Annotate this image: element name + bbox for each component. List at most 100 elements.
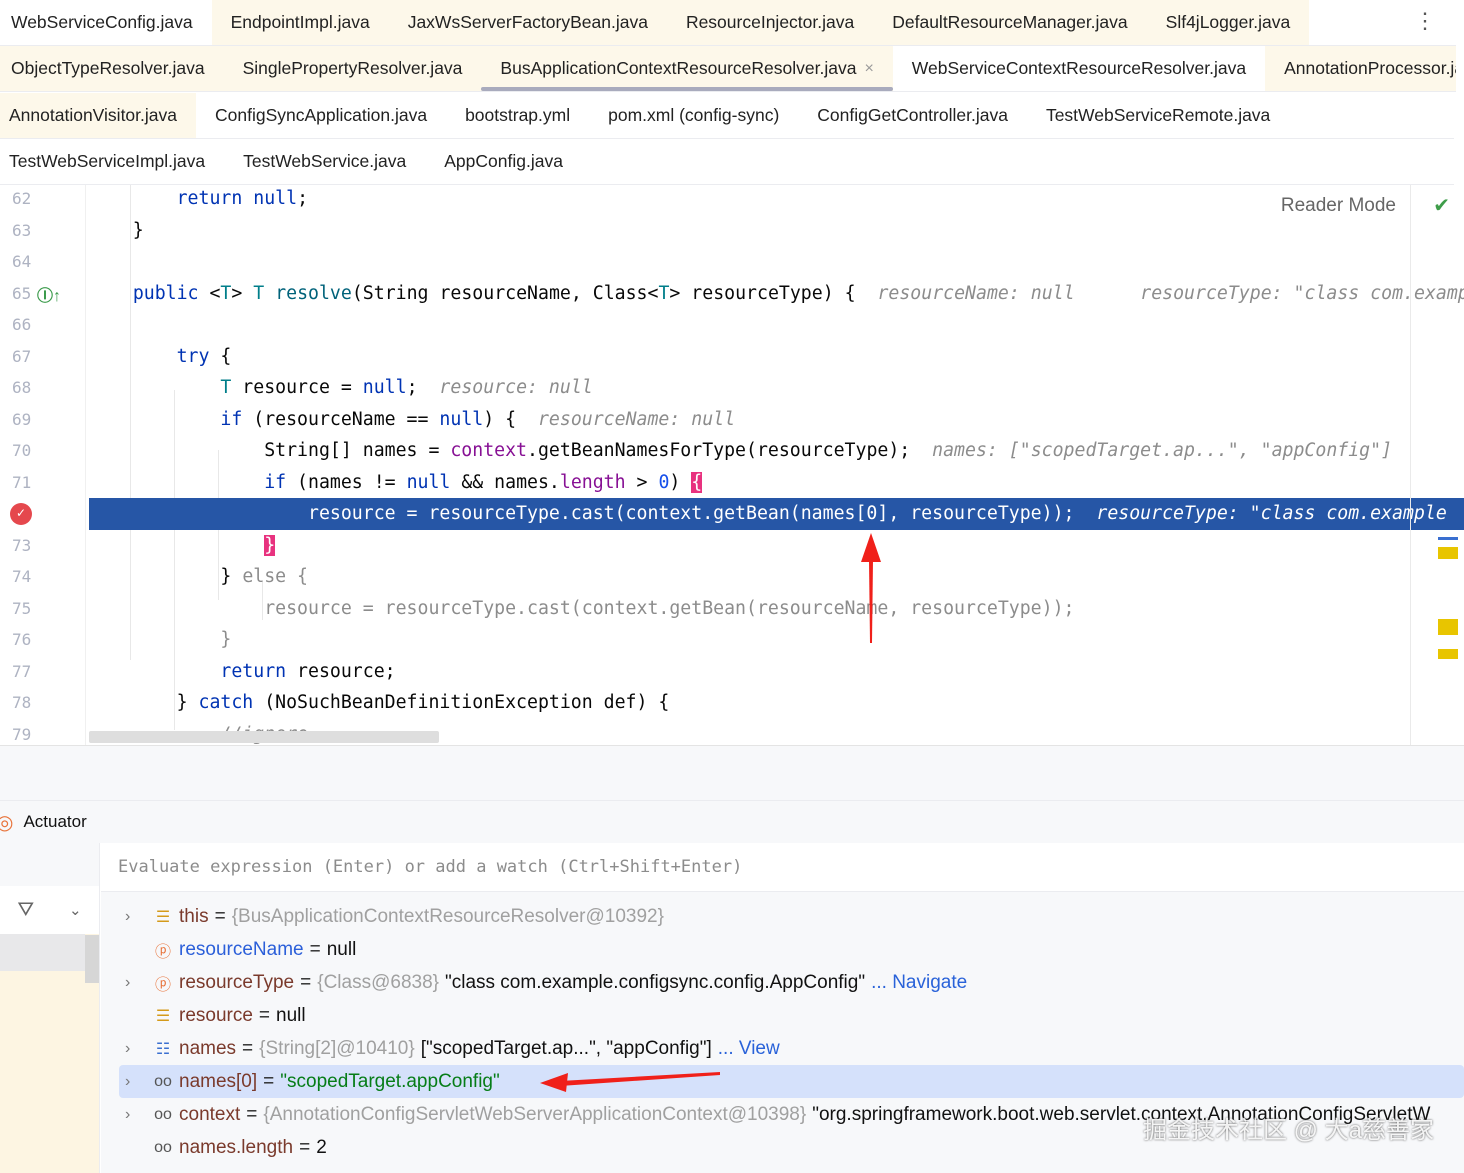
tab-endpointimpl-java[interactable]: EndpointImpl.java	[211, 0, 389, 45]
variable-name: this	[179, 905, 209, 927]
code-line[interactable]: public <T> T resolve(String resourceName…	[89, 278, 1464, 310]
inspection-ok-icon[interactable]: ✔	[1433, 193, 1450, 218]
equals-sign: =	[263, 1070, 275, 1092]
tab-annotationvisitor-java[interactable]: AnnotationVisitor.java	[0, 92, 196, 138]
variable-row[interactable]: › ⓟ resourceType = {Class@6838} "class com.ex…	[119, 966, 1464, 999]
code-line[interactable]: }	[89, 215, 1464, 247]
tab-appconfig-java[interactable]: AppConfig.java	[425, 139, 582, 184]
code-token: resource = resourceType.cast(context.get…	[89, 597, 1075, 619]
tab-configsyncapplication-java[interactable]: ConfigSyncApplication.java	[196, 93, 446, 138]
code-line[interactable]: } catch (NoSuchBeanDefinitionException d…	[89, 687, 1464, 719]
expand-chevron-icon[interactable]: ›	[119, 1040, 149, 1058]
code-token: T	[253, 282, 265, 304]
code-line[interactable]: return null;	[89, 185, 1464, 215]
scroll-marker[interactable]	[1438, 547, 1458, 559]
tab-configgetcontroller-java[interactable]: ConfigGetController.java	[798, 93, 1027, 138]
debug-panel-header: ◎ Actuator	[0, 800, 1464, 843]
code-line[interactable]: try {	[89, 341, 1464, 373]
tab-webserviceconfig-java[interactable]: WebServiceConfig.java	[0, 0, 212, 45]
variable-type-id: {AnnotationConfigServletWebServerApplica…	[263, 1103, 807, 1125]
line-number: 62	[12, 189, 32, 208]
tab-busapplicationcontextresourceresolver-java[interactable]: BusApplicationContextResourceResolver.ja…	[481, 46, 894, 92]
tab-label: WebServiceContextResourceResolver.java	[911, 58, 1247, 79]
watch-icon: oo	[154, 1105, 172, 1123]
variable-type-id: {BusApplicationContextResourceResolver@1…	[231, 905, 664, 927]
evaluate-expression-input[interactable]: Evaluate expression (Enter) or add a wat…	[101, 843, 1464, 892]
more-tabs-icon[interactable]: ⋮	[1414, 8, 1436, 34]
horizontal-scrollbar[interactable]	[89, 731, 439, 743]
chevron-down-icon[interactable]: ⌄	[69, 901, 82, 919]
code-line[interactable]	[89, 246, 1464, 278]
code-line[interactable]: }	[89, 624, 1464, 656]
code-line[interactable]: String[] names = context.getBeanNamesFor…	[89, 435, 1464, 467]
selected-frame[interactable]	[0, 934, 85, 971]
code-token: )	[669, 471, 692, 493]
code-line[interactable]: } else {	[89, 561, 1464, 593]
filter-icon[interactable]: ⛛	[17, 899, 34, 922]
tab-label: BusApplicationContextResourceResolver.ja…	[500, 58, 857, 79]
code-line[interactable]: T resource = null; resource: null	[89, 372, 1464, 404]
tab-resourceinjector-java[interactable]: ResourceInjector.java	[666, 0, 874, 45]
variable-link[interactable]: ... View	[718, 1038, 780, 1060]
tab-label: TestWebService.java	[243, 150, 407, 171]
tab-label: ObjectTypeResolver.java	[11, 58, 205, 79]
scroll-marker[interactable]	[1438, 537, 1458, 540]
tab-bootstrap-yml[interactable]: bootstrap.yml	[446, 93, 589, 138]
variable-name: resourceType	[179, 971, 295, 993]
line-gutter[interactable]: 62 63 64 65 Ⓘ↑ 66 67 68 69 70 71 ✓ 73 74 75 76 77 78 79	[0, 185, 86, 745]
code-line[interactable]: return resource;	[89, 656, 1464, 688]
breakpoint-icon[interactable]: ✓	[10, 503, 32, 525]
current-execution-line[interactable]: resource = resourceType.cast(context.get…	[89, 498, 1464, 530]
tab-objecttyperesolver-java[interactable]: ObjectTypeResolver.java	[0, 46, 224, 92]
tab-webservicecontextresourceresolver-java[interactable]: WebServiceContextResourceResolver.java	[893, 46, 1265, 91]
scroll-marker[interactable]	[1438, 619, 1458, 635]
expand-chevron-icon[interactable]: ›	[119, 974, 149, 992]
tab-testwebserviceremote-java[interactable]: TestWebServiceRemote.java	[1027, 93, 1289, 138]
frames-scrollbar[interactable]	[85, 935, 99, 983]
frames-panel: ⛛ ⌄	[0, 843, 100, 1173]
code-line[interactable]: }	[89, 530, 1464, 562]
variable-row[interactable]: › ☰ this = {BusApplicationContextResourceRes…	[119, 900, 1464, 933]
scroll-marker[interactable]	[1438, 649, 1458, 659]
code-line[interactable]	[89, 309, 1464, 341]
tab-label: ConfigSyncApplication.java	[215, 104, 428, 125]
variable-link[interactable]: ... Navigate	[871, 972, 967, 994]
variable-row[interactable]: › oo names[0] = "scopedTarget.appConfig"	[119, 1065, 1464, 1098]
implements-icon[interactable]: Ⓘ↑	[37, 282, 61, 306]
close-tab-icon[interactable]: ×	[864, 60, 873, 78]
expand-chevron-icon[interactable]: ›	[119, 1106, 149, 1124]
tab-jaxwsserverfactorybean-java[interactable]: JaxWsServerFactoryBean.java	[388, 0, 667, 45]
line-number: 76	[12, 630, 32, 649]
tab-slf4jlogger-java[interactable]: Slf4jLogger.java	[1146, 0, 1310, 45]
line-number: 63	[12, 220, 32, 240]
variable-row[interactable]: › ☷ names = {String[2]@10410} ["scopedTarget.…	[119, 1032, 1464, 1065]
tab-pom-xml-config-sync-[interactable]: pom.xml (config-sync)	[589, 93, 798, 138]
inline-debug-hint: names: ["scopedTarget.ap...", "appConfig…	[932, 440, 1393, 461]
code-token: null	[439, 408, 484, 430]
code-line[interactable]: if (resourceName == null) {resourceName:…	[89, 404, 1464, 436]
code-token: resolve	[275, 282, 352, 304]
variable-value: ["scopedTarget.ap...", "appConfig"]	[420, 1037, 712, 1059]
expand-chevron-icon[interactable]: ›	[119, 1073, 149, 1091]
array-icon: ☷	[155, 1040, 171, 1058]
tab-defaultresourcemanager-java[interactable]: DefaultResourceManager.java	[873, 0, 1147, 45]
expand-chevron-icon[interactable]: ›	[119, 908, 149, 926]
panel-title[interactable]: Actuator	[23, 812, 86, 832]
variable-value: "class com.example.configsync.config.App…	[445, 971, 866, 993]
tab-annotationprocessor-java[interactable]: AnnotationProcessor.java	[1265, 46, 1456, 92]
reader-mode-button[interactable]: Reader Mode	[1281, 195, 1396, 217]
field-icon: ☰	[155, 1007, 171, 1025]
panel-divider[interactable]	[0, 746, 1464, 800]
code-token: public	[132, 282, 199, 304]
code-line[interactable]: if (names != null && names.length > 0) {	[89, 467, 1464, 499]
variable-row[interactable]: ⓟ resourceName = null	[119, 933, 1464, 966]
tab-label: Slf4jLogger.java	[1165, 12, 1291, 32]
code-line[interactable]: resource = resourceType.cast(context.get…	[89, 593, 1464, 625]
tab-testwebservice-java[interactable]: TestWebService.java	[224, 139, 425, 184]
tab-singlepropertyresolver-java[interactable]: SinglePropertyResolver.java	[223, 46, 482, 92]
variable-type-id: {String[2]@10410}	[259, 1037, 415, 1059]
tab-testwebserviceimpl-java[interactable]: TestWebServiceImpl.java	[0, 139, 224, 184]
inline-debug-hint: resource: null	[439, 377, 593, 398]
variable-row[interactable]: ☰ resource = null	[119, 999, 1464, 1032]
code-editor[interactable]: 62 63 64 65 Ⓘ↑ 66 67 68 69 70 71 ✓ 73 74 75 76 77 78 79 re…	[0, 185, 1464, 746]
